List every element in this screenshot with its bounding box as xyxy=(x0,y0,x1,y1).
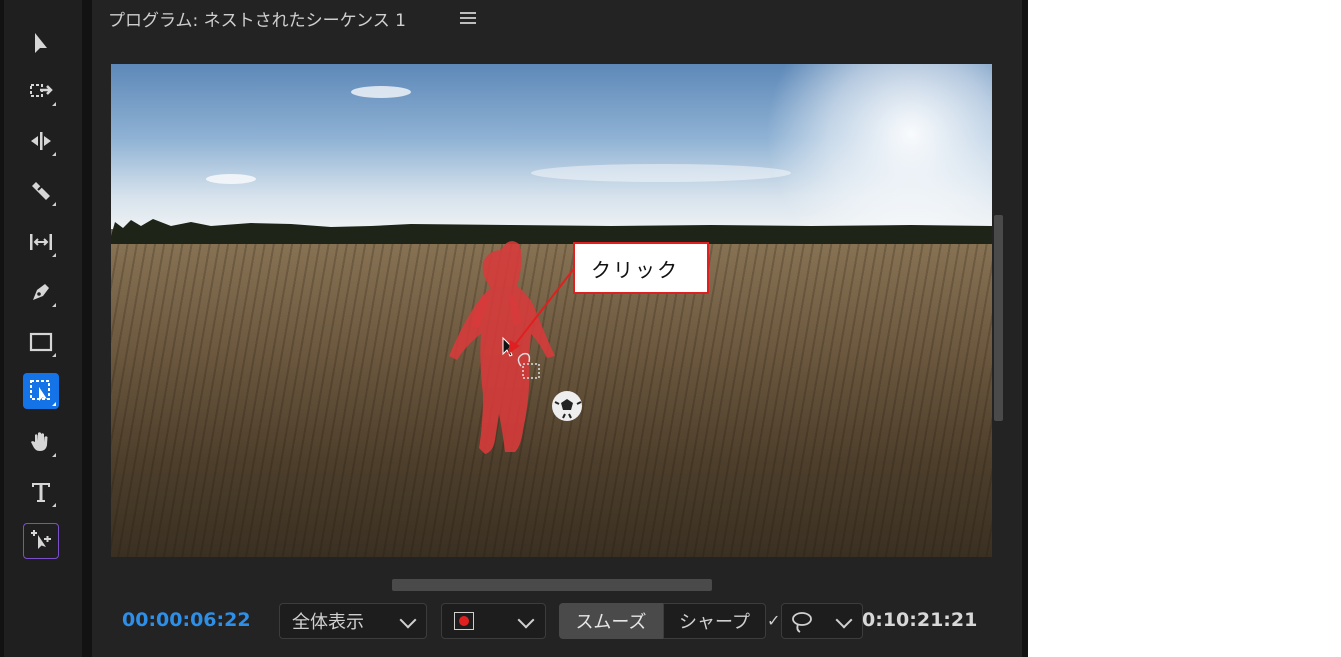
object-select-icon xyxy=(30,380,50,401)
mode-sharp-button[interactable]: シャープ xyxy=(663,603,766,639)
fit-dropdown-label: 全体表示 xyxy=(292,612,364,633)
type-icon xyxy=(32,483,50,502)
click-callout: クリック xyxy=(573,242,709,294)
ripple-edit-icon xyxy=(31,132,51,150)
object-selection-tool[interactable] xyxy=(23,373,59,409)
mask-overlay-dropdown[interactable] xyxy=(441,603,546,639)
ripple-edit-tool[interactable] xyxy=(23,123,59,159)
chevron-down-icon xyxy=(517,611,535,629)
reframe-icon xyxy=(31,530,51,549)
hand-icon xyxy=(31,432,48,451)
panel-menu-icon[interactable] xyxy=(460,9,476,25)
tools-panel xyxy=(4,0,82,657)
auto-reframe-tool[interactable] xyxy=(23,523,59,559)
fit-dropdown[interactable]: 全体表示 xyxy=(279,603,427,639)
slip-tool[interactable] xyxy=(23,224,59,260)
chevron-down-icon xyxy=(835,611,853,629)
type-tool[interactable] xyxy=(23,474,59,510)
lasso-dropdown[interactable] xyxy=(781,603,863,639)
rectangle-icon xyxy=(29,332,53,352)
slip-icon xyxy=(30,234,52,250)
horizontal-scrollbar[interactable] xyxy=(392,579,712,591)
duration-timecode: 0:10:21:21 xyxy=(862,609,978,631)
arrow-pointer-icon xyxy=(35,33,47,53)
track-select-tool[interactable] xyxy=(23,73,59,109)
razor-tool[interactable] xyxy=(23,173,59,209)
hand-tool[interactable] xyxy=(23,424,59,460)
record-overlay-icon xyxy=(454,612,474,630)
current-timecode[interactable]: 00:00:06:22 xyxy=(122,609,251,631)
pen-icon xyxy=(33,284,49,300)
track-select-icon xyxy=(30,84,53,97)
premiere-window: プログラム: ネストされたシーケンス 1 クリック 00:00:06:22 全体… xyxy=(0,0,1028,657)
razor-icon xyxy=(32,182,50,200)
callout-arrow xyxy=(508,265,577,354)
rectangle-tool[interactable] xyxy=(23,324,59,360)
checkmark-icon: ✓ xyxy=(767,611,781,630)
mode-smooth-button[interactable]: スムーズ xyxy=(559,603,663,639)
selection-tool[interactable] xyxy=(23,25,59,61)
soccer-ball xyxy=(552,391,582,421)
chevron-down-icon xyxy=(399,611,417,629)
pen-tool[interactable] xyxy=(23,274,59,310)
panel-title: プログラム: ネストされたシーケンス 1 xyxy=(108,11,406,31)
vertical-scrollbar[interactable] xyxy=(994,215,1003,421)
lasso-icon xyxy=(792,612,812,633)
